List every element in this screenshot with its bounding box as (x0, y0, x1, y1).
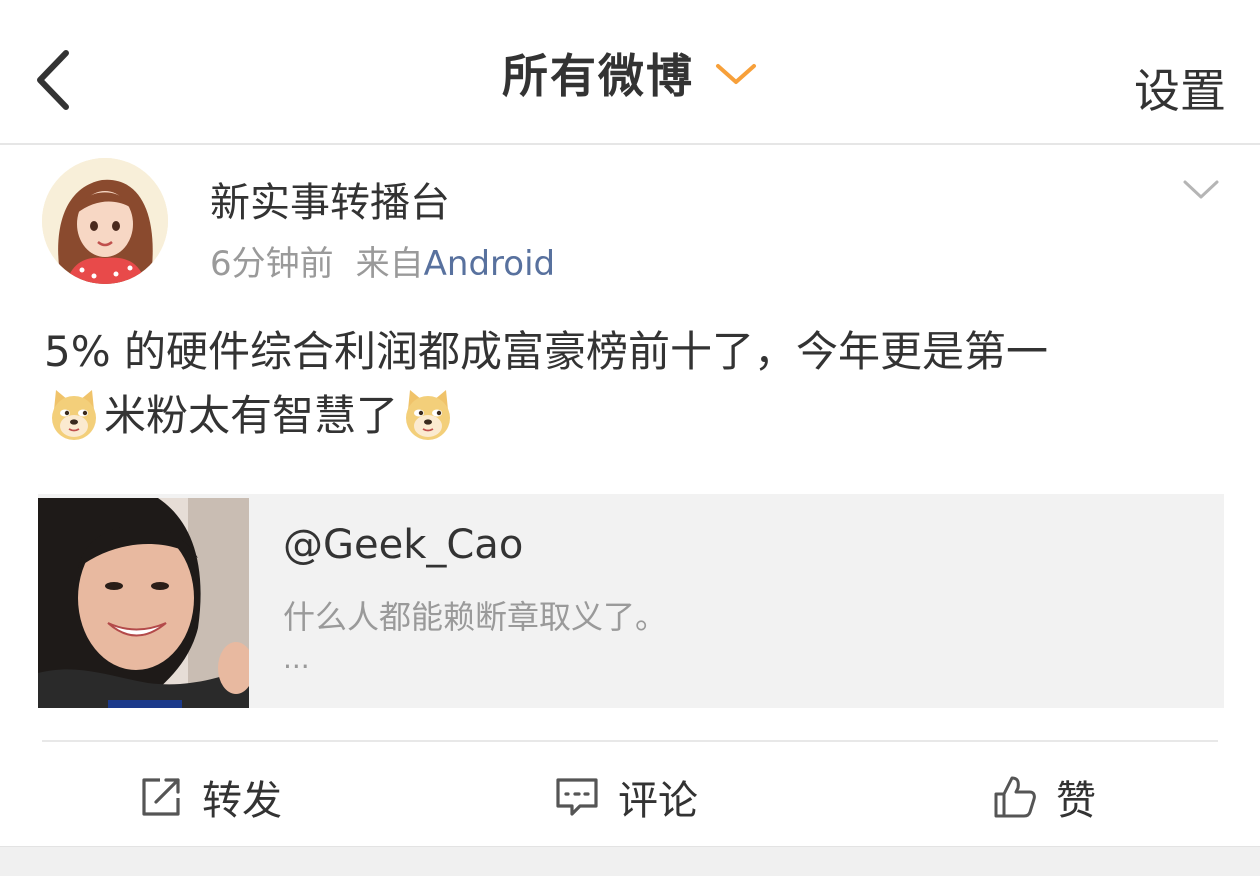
post-meta: 6分钟前 来自Android (210, 236, 555, 285)
post-text: 5% 的硬件综合利润都成富豪榜前十了，今年更是第一 米粉太有智慧了 (44, 320, 1224, 448)
quoted-post-ellipsis: ... (283, 642, 310, 675)
quoted-post-card[interactable]: @Geek_Cao 什么人都能赖断章取义了。 ... (38, 494, 1224, 708)
post-source-link[interactable]: Android (424, 244, 555, 284)
feed-title[interactable]: 所有微博 (502, 40, 694, 106)
thumbs-up-icon (994, 776, 1036, 818)
comment-button[interactable]: 评论 (554, 768, 698, 826)
repost-icon (142, 778, 180, 816)
like-button[interactable]: 赞 (992, 768, 1096, 826)
avatar-illustration (42, 158, 168, 284)
post-options-chevron-icon[interactable] (1182, 178, 1220, 202)
user-avatar[interactable] (42, 158, 168, 284)
doge-emoji-icon (406, 390, 451, 440)
repost-button[interactable]: 转发 (138, 768, 282, 826)
settings-button[interactable]: 设置 (1134, 55, 1226, 121)
post-text-line: 5% 的硬件综合利润都成富豪榜前十了，今年更是第一 (44, 327, 1048, 376)
chevron-left-icon (37, 50, 69, 110)
back-button[interactable] (30, 45, 86, 115)
post-time: 6分钟前 (210, 244, 334, 284)
quoted-post-handle[interactable]: @Geek_Cao (283, 522, 523, 568)
post-username[interactable]: 新实事转播台 (210, 170, 450, 228)
feed-divider-strip (0, 846, 1260, 876)
comment-label: 评论 (618, 778, 698, 824)
comment-icon (556, 778, 598, 816)
top-nav-bar: 所有微博 设置 (0, 0, 1260, 145)
post-action-bar: 转发 评论 赞 (42, 740, 1218, 846)
quoted-post-thumbnail (38, 498, 249, 708)
source-prefix: 来自 (355, 244, 424, 284)
like-label: 赞 (1056, 778, 1096, 824)
quoted-post-text: 什么人都能赖断章取义了。 (283, 598, 668, 636)
chevron-down-icon[interactable] (714, 58, 758, 88)
repost-label: 转发 (202, 778, 282, 824)
doge-emoji-icon (52, 390, 96, 440)
post-text-line: 米粉太有智慧了 (44, 384, 1224, 448)
